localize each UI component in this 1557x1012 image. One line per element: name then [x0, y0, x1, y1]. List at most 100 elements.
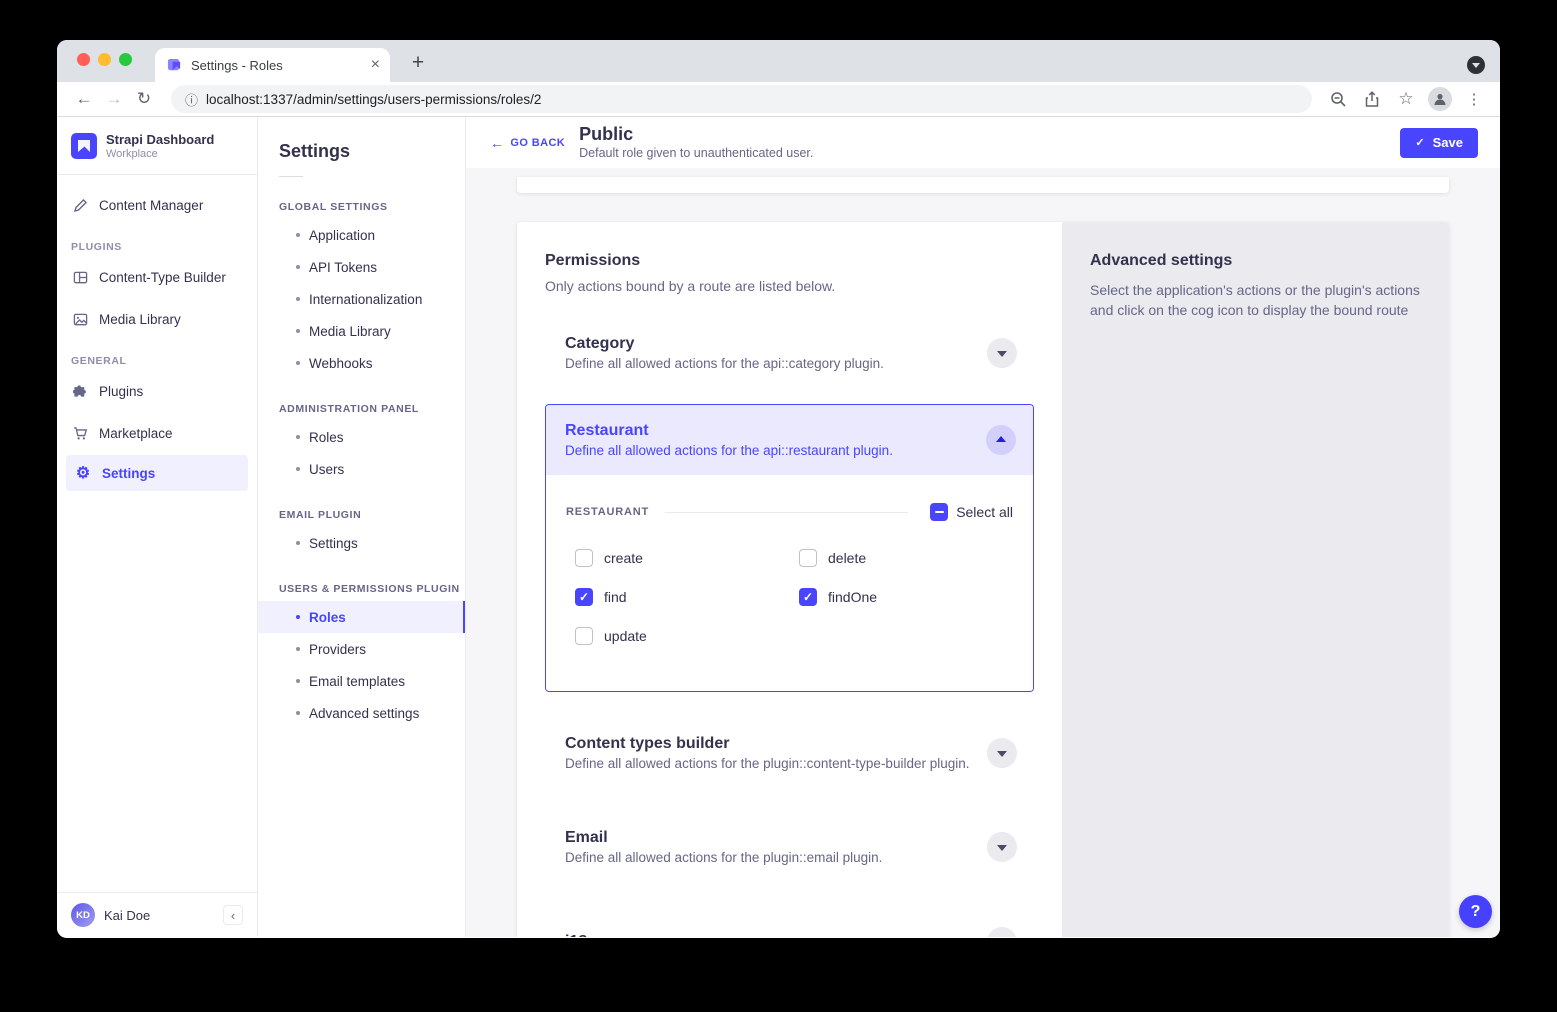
tab-search-button[interactable] [1467, 56, 1485, 74]
bullet-icon [296, 361, 300, 365]
browser-tab[interactable]: Settings - Roles × [155, 48, 390, 82]
bullet-icon [296, 679, 300, 683]
site-info-icon[interactable]: ⓘ [185, 90, 198, 109]
subnav-item-up-roles[interactable]: Roles [258, 601, 465, 633]
address-bar[interactable]: ⓘ localhost:1337/admin/settings/users-pe… [171, 85, 1312, 113]
sidebar-item-settings[interactable]: ⚙ Settings [66, 455, 248, 491]
url-text[interactable]: localhost:1337/admin/settings/users-perm… [206, 92, 541, 107]
back-arrow-icon: ← [490, 135, 504, 151]
checkbox-update[interactable] [575, 627, 593, 645]
subnav-item-email-templates[interactable]: Email templates [258, 665, 465, 697]
subnav-item-label: Providers [309, 642, 366, 657]
close-window-button[interactable] [77, 53, 90, 66]
expand-content-types-builder-button[interactable] [987, 738, 1017, 768]
sidebar-item-label: Content-Type Builder [99, 270, 226, 285]
workspace-brand[interactable]: Strapi Dashboard Workplace [57, 117, 257, 174]
collapse-sidebar-button[interactable]: ‹ [223, 905, 243, 925]
collapse-restaurant-button[interactable] [986, 425, 1016, 455]
subnav-item-label: Users [309, 462, 344, 477]
subnav-item-admin-users[interactable]: Users [258, 453, 465, 485]
action-update[interactable]: update [575, 627, 799, 645]
browser-menu-icon[interactable]: ⋮ [1462, 87, 1486, 111]
block-description: Define all allowed actions for the api::… [565, 356, 884, 371]
subnav-item-label: Roles [309, 610, 346, 625]
advanced-settings-panel: Advanced settings Select the application… [1062, 222, 1449, 937]
expand-i18n-button[interactable] [987, 927, 1017, 937]
checkbox-create[interactable] [575, 549, 593, 567]
checkbox-find[interactable] [575, 588, 593, 606]
permission-block-restaurant: Restaurant Define all allowed actions fo… [545, 404, 1034, 692]
checkbox-findone[interactable] [799, 588, 817, 606]
minimize-window-button[interactable] [98, 53, 111, 66]
settings-subnav: Settings GLOBAL SETTINGS Application API… [258, 117, 466, 937]
chevron-up-icon [996, 436, 1006, 442]
share-icon[interactable] [1360, 87, 1384, 111]
subnav-item-application[interactable]: Application [258, 219, 465, 251]
action-delete[interactable]: delete [799, 549, 1013, 567]
action-create[interactable]: create [575, 549, 799, 567]
bullet-icon [296, 541, 300, 545]
subnav-item-email-settings[interactable]: Settings [258, 527, 465, 559]
chevron-down-icon [997, 351, 1007, 357]
sidebar-item-marketplace[interactable]: Marketplace [57, 413, 257, 453]
layout-grid-icon [71, 270, 89, 285]
strapi-logo-icon [71, 133, 97, 159]
subnav-item-label: Webhooks [309, 356, 373, 371]
subnav-item-internationalization[interactable]: Internationalization [258, 283, 465, 315]
back-icon[interactable]: ← [71, 86, 97, 112]
select-all-checkbox[interactable] [930, 503, 948, 521]
strapi-favicon-icon [167, 58, 182, 73]
action-findone[interactable]: findOne [799, 588, 1013, 606]
gear-icon: ⚙ [74, 463, 92, 483]
bookmark-star-icon[interactable]: ☆ [1394, 87, 1418, 111]
action-label: delete [828, 550, 866, 566]
block-description: Define all allowed actions for the plugi… [565, 756, 970, 771]
action-find[interactable]: find [575, 588, 799, 606]
permission-block-email: Email Define all allowed actions for the… [545, 816, 1034, 878]
sidebar-item-content-type-builder[interactable]: Content-Type Builder [57, 257, 257, 297]
role-header: ← GO BACK Public Default role given to u… [466, 117, 1500, 168]
bullet-icon [296, 297, 300, 301]
browser-profile-avatar[interactable] [1428, 87, 1452, 111]
go-back-label: GO BACK [510, 137, 565, 149]
subnav-item-admin-roles[interactable]: Roles [258, 421, 465, 453]
subnav-item-media-library[interactable]: Media Library [258, 315, 465, 347]
user-name: Kai Doe [104, 908, 214, 923]
sidebar-item-plugins[interactable]: Plugins [57, 371, 257, 411]
sidebar-section-general: GENERAL [57, 355, 257, 367]
expand-category-button[interactable] [987, 338, 1017, 368]
subnav-item-webhooks[interactable]: Webhooks [258, 347, 465, 379]
sidebar-section-plugins: PLUGINS [57, 241, 257, 253]
subnav-group-users-permissions: USERS & PERMISSIONS PLUGIN [279, 583, 465, 595]
select-all-control[interactable]: Select all [930, 503, 1013, 521]
pen-icon [71, 198, 89, 213]
permissions-subtitle: Only actions bound by a route are listed… [545, 278, 1034, 294]
expand-email-button[interactable] [987, 832, 1017, 862]
zoom-window-button[interactable] [119, 53, 132, 66]
sidebar-item-media-library[interactable]: Media Library [57, 299, 257, 339]
browser-toolbar: ← → ↻ ⓘ localhost:1337/admin/settings/us… [57, 82, 1500, 117]
save-button[interactable]: ✓ Save [1400, 128, 1478, 158]
help-button[interactable]: ? [1459, 895, 1492, 928]
go-back-link[interactable]: ← GO BACK [490, 135, 565, 151]
forward-icon[interactable]: → [101, 86, 127, 112]
bullet-icon [296, 647, 300, 651]
bullet-icon [296, 467, 300, 471]
subnav-item-providers[interactable]: Providers [258, 633, 465, 665]
subnav-item-api-tokens[interactable]: API Tokens [258, 251, 465, 283]
subnav-item-advanced-settings[interactable]: Advanced settings [258, 697, 465, 729]
reload-icon[interactable]: ↻ [131, 86, 157, 112]
zoom-out-icon[interactable] [1326, 87, 1350, 111]
block-description: Define all allowed actions for the api::… [565, 443, 893, 458]
close-tab-icon[interactable]: × [371, 57, 380, 73]
sidebar-item-content-manager[interactable]: Content Manager [57, 185, 257, 225]
checkbox-delete[interactable] [799, 549, 817, 567]
main-content: ← GO BACK Public Default role given to u… [466, 117, 1500, 937]
subnav-item-label: Internationalization [309, 292, 422, 307]
scroll-area[interactable]: Permissions Only actions bound by a rout… [466, 168, 1500, 937]
user-avatar[interactable]: KD [71, 903, 95, 927]
permission-block-content-types-builder: Content types builder Define all allowed… [545, 722, 1034, 784]
divider [279, 176, 303, 177]
subnav-group-email-plugin: EMAIL PLUGIN [279, 509, 465, 521]
new-tab-button[interactable]: + [404, 50, 432, 78]
